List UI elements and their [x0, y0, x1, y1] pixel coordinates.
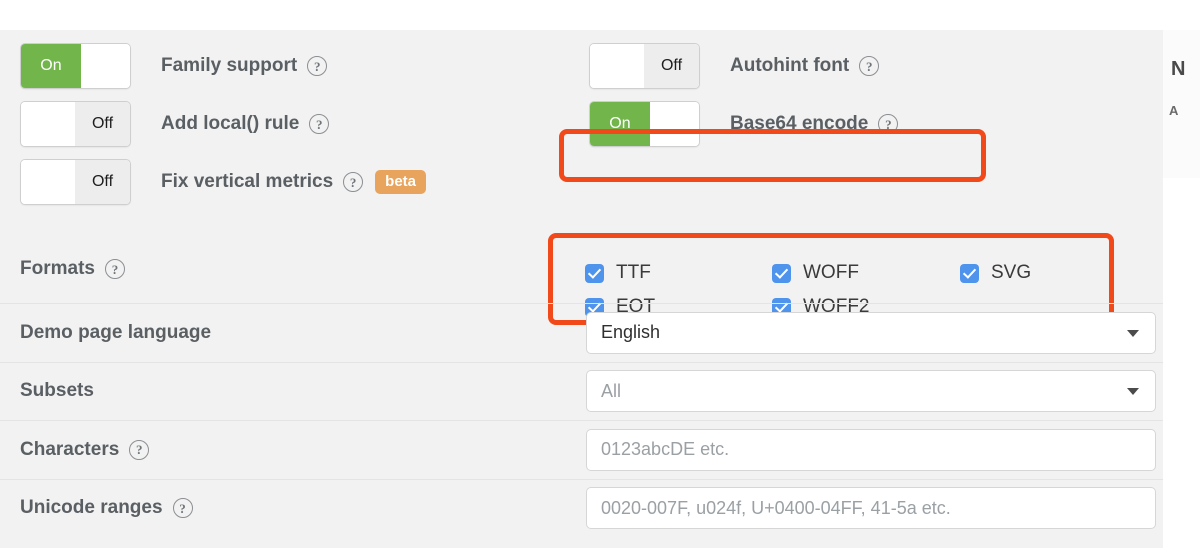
- toggle-label-text: Add local() rule: [161, 113, 300, 134]
- toggle-switch-autohint-font[interactable]: Off: [589, 43, 700, 89]
- checkbox-label: TTF: [616, 262, 651, 283]
- beta-badge: beta: [375, 170, 426, 194]
- select-subsets[interactable]: All: [586, 370, 1156, 413]
- checkbox-label: WOFF: [803, 262, 859, 283]
- toggle-row-autohint-font[interactable]: Off Autohint font ?: [589, 43, 880, 89]
- side-panel-subtitle: A: [1169, 103, 1179, 118]
- toggle-state-label: Off: [75, 160, 130, 204]
- help-icon[interactable]: ?: [859, 56, 880, 76]
- help-icon[interactable]: ?: [307, 56, 328, 76]
- checkbox-label: SVG: [991, 262, 1032, 283]
- settings-rows: Demo page language English Subsets All C…: [0, 303, 1163, 537]
- formats-row: TTF WOFF SVG: [585, 256, 1085, 290]
- toggle-knob: [590, 44, 645, 88]
- toggle-label-family-support: Family support ?: [161, 55, 328, 77]
- toggle-label-text: Autohint font: [730, 55, 850, 76]
- settings-panel: On Family support ? Off Autohint font ?: [0, 30, 1163, 548]
- checkbox-item-ttf[interactable]: TTF: [585, 262, 772, 284]
- toggle-label-text: Base64 encode: [730, 113, 869, 134]
- help-icon[interactable]: ?: [172, 498, 193, 519]
- toggle-knob: [649, 102, 699, 146]
- row-label-subsets: Subsets: [20, 380, 94, 402]
- toggle-label-fix-vertical-metrics: Fix vertical metrics ? beta: [161, 170, 426, 194]
- input-characters[interactable]: 0123abcDE etc.: [586, 428, 1156, 471]
- side-panel-cutoff: N A: [1163, 30, 1200, 178]
- row-label-text: Unicode ranges: [20, 497, 163, 519]
- row-label-text: Demo page language: [20, 321, 212, 343]
- toggle-knob: [80, 44, 130, 88]
- toggle-label-text: Family support: [161, 55, 298, 76]
- checkbox-checked-icon[interactable]: [585, 263, 604, 283]
- toggle-label-autohint-font: Autohint font ?: [730, 55, 880, 77]
- toggle-label-text: Fix vertical metrics: [161, 171, 334, 192]
- checkbox-checked-icon[interactable]: [772, 263, 791, 283]
- chevron-down-icon[interactable]: [1127, 329, 1139, 337]
- checkbox-checked-icon[interactable]: [960, 263, 979, 283]
- toggle-state-label: On: [590, 102, 650, 146]
- help-icon[interactable]: ?: [309, 114, 330, 134]
- settings-row-characters: Characters ? 0123abcDE etc.: [0, 420, 1163, 479]
- checkbox-item-svg[interactable]: SVG: [960, 262, 1080, 284]
- select-demo-page-language[interactable]: English: [586, 311, 1156, 354]
- input-placeholder: 0123abcDE etc.: [601, 439, 730, 460]
- row-label-unicode-ranges: Unicode ranges ?: [20, 497, 193, 519]
- select-value: English: [601, 322, 661, 343]
- settings-row-subsets: Subsets All: [0, 361, 1163, 421]
- toggle-switch-family-support[interactable]: On: [20, 43, 131, 89]
- toggle-knob: [21, 160, 76, 204]
- toggle-state-label: On: [21, 44, 81, 88]
- toggle-section: On Family support ? Off Autohint font ?: [0, 30, 1163, 325]
- toggle-label-base64-encode: Base64 encode ?: [730, 113, 899, 135]
- chevron-down-icon[interactable]: [1127, 388, 1139, 396]
- help-icon[interactable]: ?: [104, 259, 125, 279]
- side-panel-title: N: [1171, 58, 1186, 80]
- input-placeholder: 0020-007F, u024f, U+0400-04FF, 41-5a etc…: [601, 497, 951, 518]
- toggle-row-fix-vertical-metrics[interactable]: Off Fix vertical metrics ? beta: [20, 159, 426, 205]
- checkbox-item-woff[interactable]: WOFF: [772, 262, 960, 284]
- settings-row-unicode-ranges: Unicode ranges ? 0020-007F, u024f, U+040…: [0, 478, 1163, 538]
- toggle-row-family-support[interactable]: On Family support ?: [20, 43, 328, 89]
- toggle-switch-add-local-rule[interactable]: Off: [20, 101, 131, 147]
- toggle-row-add-local-rule[interactable]: Off Add local() rule ?: [20, 101, 330, 147]
- screen-root: N A On Family support ? Off Autohint fon…: [0, 0, 1200, 548]
- row-label-text: Characters: [20, 438, 120, 460]
- formats-label-text: Formats: [20, 258, 95, 279]
- toggle-knob: [21, 102, 76, 146]
- help-icon[interactable]: ?: [878, 114, 899, 134]
- help-icon[interactable]: ?: [129, 439, 150, 460]
- input-unicode-ranges[interactable]: 0020-007F, u024f, U+0400-04FF, 41-5a etc…: [586, 487, 1156, 530]
- help-icon[interactable]: ?: [343, 172, 364, 192]
- select-value: All: [601, 380, 622, 401]
- formats-label: Formats ?: [20, 258, 125, 280]
- settings-row-demo-page-language: Demo page language English: [0, 303, 1163, 362]
- row-label-characters: Characters ?: [20, 438, 150, 461]
- toggle-switch-base64-encode[interactable]: On: [589, 101, 700, 147]
- toggle-state-label: Off: [644, 44, 699, 88]
- toggle-state-label: Off: [75, 102, 130, 146]
- row-label-demo-page-language: Demo page language: [20, 322, 211, 344]
- row-label-text: Subsets: [20, 380, 94, 402]
- toggle-switch-fix-vertical-metrics[interactable]: Off: [20, 159, 131, 205]
- toggle-label-add-local-rule: Add local() rule ?: [161, 113, 330, 135]
- toggle-row-base64-encode[interactable]: On Base64 encode ?: [589, 101, 899, 147]
